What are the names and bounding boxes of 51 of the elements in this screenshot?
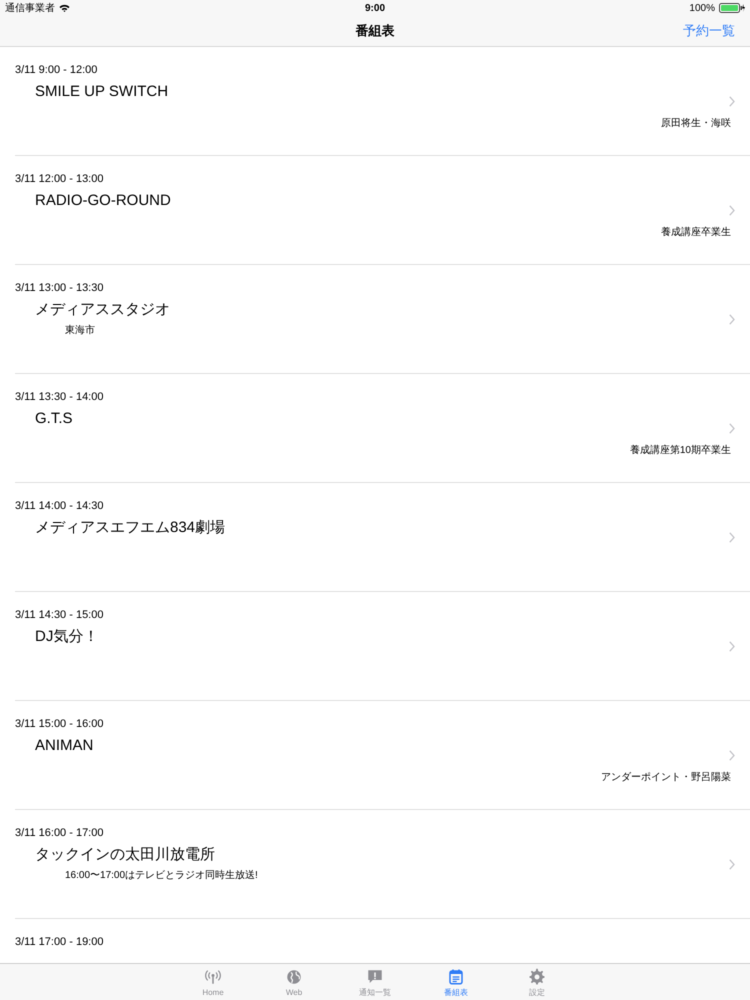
time-range: 3/11 13:30 - 14:00 xyxy=(15,390,104,404)
chevron-icon xyxy=(729,532,735,543)
program-row[interactable]: 3/11 12:00 - 13:00 RADIO-GO-ROUND 養成講座卒業生 xyxy=(15,156,750,265)
time-range: 3/11 16:00 - 17:00 xyxy=(15,826,104,840)
performers: 養成講座第10期卒業生 xyxy=(630,444,731,457)
program-title: ANIMAN xyxy=(35,737,94,755)
program-row[interactable]: 3/11 15:00 - 16:00 ANIMAN アンダーポイント・野呂陽菜 xyxy=(15,701,750,810)
time-range: 3/11 14:00 - 14:30 xyxy=(15,499,104,513)
program-title: タックインの太田川放電所 xyxy=(35,846,215,864)
chevron-icon xyxy=(729,750,735,761)
screen-title: 番組表 xyxy=(356,22,394,40)
performers: 原田将生・海咲 xyxy=(661,117,731,130)
program-row[interactable]: 3/11 13:00 - 13:30 メディアススタジオ 東海市 xyxy=(15,265,750,374)
chevron-icon xyxy=(729,205,735,216)
battery-icon xyxy=(719,3,745,13)
chevron-icon xyxy=(729,641,735,652)
time-range: 3/11 15:00 - 16:00 xyxy=(15,717,104,731)
time-range: 3/11 14:30 - 15:00 xyxy=(15,608,104,622)
program-title: DJ気分！ xyxy=(35,628,98,646)
program-title: SMILE UP SWITCH xyxy=(35,83,168,101)
program-row[interactable]: 3/11 14:30 - 15:00 DJ気分！ xyxy=(15,592,750,701)
program-title: メディアススタジオ xyxy=(35,301,170,319)
carrier-name: 通信事業者 xyxy=(5,2,55,16)
time-range: 3/11 9:00 - 12:00 xyxy=(15,63,98,77)
chevron-icon xyxy=(729,314,735,325)
program-row[interactable]: 3/11 13:30 - 14:00 G.T.S 養成講座第10期卒業生 xyxy=(15,374,750,483)
program-title: G.T.S xyxy=(35,410,73,428)
antenna-icon xyxy=(204,968,222,986)
battery-percent: 100% xyxy=(689,2,715,16)
program-row[interactable]: 3/11 9:00 - 12:00 SMILE UP SWITCH 原田将生・海咲 xyxy=(15,47,750,156)
wifi-icon xyxy=(59,4,70,12)
calendar-icon xyxy=(447,968,465,986)
time-range: 3/11 13:00 - 13:30 xyxy=(15,281,104,295)
chevron-icon xyxy=(729,423,735,434)
chevron-icon xyxy=(729,859,735,870)
time-range: 3/11 12:00 - 13:00 xyxy=(15,172,104,186)
performers: 養成講座卒業生 xyxy=(661,226,731,239)
program-title: メディアスエフエム834劇場 xyxy=(35,519,226,537)
program-title: RADIO-GO-ROUND xyxy=(35,192,171,210)
program-note: 東海市 xyxy=(65,324,95,337)
program-row[interactable]: 3/11 16:00 - 17:00 タックインの太田川放電所 16:00〜17:00はテレビとラジオ同時生放送! xyxy=(15,810,750,919)
time-range: 3/11 17:00 - 19:00 xyxy=(15,935,104,949)
reservations-link[interactable]: 予約一覧 xyxy=(683,21,735,41)
performers: アンダーポイント・野呂陽菜 xyxy=(601,771,731,784)
chevron-icon xyxy=(729,96,735,107)
program-row[interactable]: 3/11 14:00 - 14:30 メディアスエフエム834劇場 xyxy=(15,483,750,592)
settings-icon xyxy=(528,968,546,986)
program-note: 16:00〜17:00はテレビとラジオ同時生放送! xyxy=(65,869,258,882)
status-time: 9:00 xyxy=(365,2,385,16)
globe-icon xyxy=(285,968,303,986)
tab[interactable]: 番組表 xyxy=(416,964,496,1000)
